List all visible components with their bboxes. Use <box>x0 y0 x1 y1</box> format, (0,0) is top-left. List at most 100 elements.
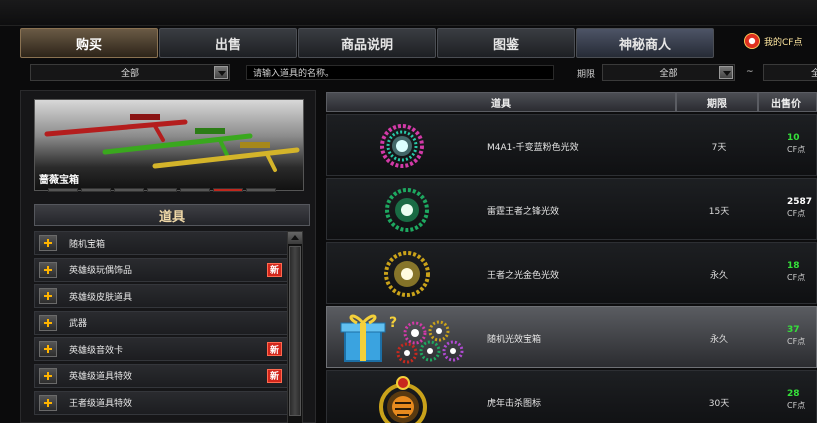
category-label: 英雄级音效卡 <box>69 345 124 356</box>
item-period: 永久 <box>709 334 728 345</box>
category-header: 道具 <box>34 204 310 226</box>
table-row-selected[interactable]: ? 随机光效宝箱 永久 37 CF点 <box>326 306 817 368</box>
gift-box-effects-icon: ? <box>327 307 477 369</box>
category-item-hero-skins[interactable]: 英雄级皮肤道具 <box>34 284 289 309</box>
price-unit: CF点 <box>787 401 806 410</box>
item-price: 18 CF点 <box>787 261 805 283</box>
item-period: 30天 <box>708 398 730 409</box>
expand-plus-icon[interactable] <box>39 235 57 251</box>
price-select-value: 全 <box>810 69 817 79</box>
expand-plus-icon[interactable] <box>39 314 57 331</box>
category-label: 英雄级皮肤道具 <box>69 292 133 303</box>
expand-plus-icon[interactable] <box>39 367 57 384</box>
table-row[interactable]: 虎年击杀图标 30天 28 CF点 <box>326 370 817 423</box>
item-name: M4A1-千变蓝粉色光效 <box>487 142 579 153</box>
category-list: 随机宝箱 英雄级玩偶饰品 新 英雄级皮肤道具 武器 英雄级音效卡 新 英雄级道具… <box>34 231 289 417</box>
featured-banner[interactable]: 蔷薇宝箱 <box>34 99 304 191</box>
new-badge: 新 <box>266 342 282 357</box>
period-select[interactable]: 全部 <box>602 64 735 81</box>
price-unit: CF点 <box>787 209 806 218</box>
item-name: 王者之光金色光效 <box>487 270 560 281</box>
column-header-price[interactable]: 出售价 <box>758 92 817 112</box>
category-select[interactable]: 全部 <box>30 64 230 81</box>
new-badge: 新 <box>266 262 282 277</box>
gold-ring-effect-icon <box>327 243 477 305</box>
column-header-item[interactable]: 道具 <box>326 92 676 112</box>
expand-plus-icon[interactable] <box>39 261 57 278</box>
tab-item-description[interactable]: 商品说明 <box>298 28 436 58</box>
category-item-hero-effects[interactable]: 英雄级道具特效 新 <box>34 363 289 388</box>
column-header-period[interactable]: 期限 <box>676 92 758 112</box>
table-header: 道具 期限 出售价 <box>326 92 817 112</box>
banner-page-dot[interactable] <box>48 188 78 192</box>
price-value: 10 <box>787 133 800 143</box>
period-select-value: 全部 <box>659 69 678 79</box>
category-item-king-effects[interactable]: 王者级道具特效 <box>34 390 289 415</box>
expand-plus-icon[interactable] <box>39 394 57 411</box>
table-row[interactable]: 雷霆王者之锋光效 15天 2587 CF点 <box>326 178 817 240</box>
item-price: 2587 CF点 <box>787 197 812 219</box>
price-value: 28 <box>787 389 800 399</box>
banner-page-dot[interactable] <box>81 188 111 192</box>
scroll-thumb[interactable] <box>289 246 301 416</box>
green-ring-effect-icon <box>327 179 477 241</box>
item-name: 雷霆王者之锋光效 <box>487 206 560 217</box>
scroll-up-arrow-icon[interactable] <box>288 232 302 244</box>
price-select[interactable]: 全 <box>763 64 817 81</box>
svg-text:?: ? <box>389 315 397 331</box>
item-period: 永久 <box>709 270 728 281</box>
item-price: 28 CF点 <box>787 389 805 411</box>
period-label: 期限 <box>577 70 596 80</box>
item-price: 10 CF点 <box>787 133 805 155</box>
my-cf-points-label: 我的CF点 <box>764 37 803 48</box>
banner-label: 蔷薇宝箱 <box>39 175 79 186</box>
table-row[interactable]: M4A1-千变蓝粉色光效 7天 10 CF点 <box>326 114 817 176</box>
category-item-hero-sound-cards[interactable]: 英雄级音效卡 新 <box>34 337 289 362</box>
left-panel: 蔷薇宝箱 道具 随机宝箱 英雄级玩偶饰品 新 英雄级皮肤道具 武器 英雄级音效卡… <box>20 90 316 423</box>
tab-sell[interactable]: 出售 <box>159 28 297 58</box>
price-value: 2587 <box>787 197 813 207</box>
filter-bar: 全部 请输入道具的名称。 期限 全部 ~ 全 <box>20 62 817 84</box>
tab-catalog[interactable]: 图鉴 <box>437 28 575 58</box>
category-label: 英雄级道具特效 <box>69 372 133 383</box>
category-label: 王者级道具特效 <box>69 399 133 410</box>
banner-pagination <box>48 188 279 192</box>
banner-page-dot-active[interactable] <box>213 188 243 192</box>
item-name-search-input[interactable]: 请输入道具的名称。 <box>246 65 554 80</box>
banner-page-dot[interactable] <box>180 188 210 192</box>
item-name: 随机光效宝箱 <box>487 334 542 345</box>
price-unit: CF点 <box>787 273 806 282</box>
category-item-weapons[interactable]: 武器 <box>34 310 289 335</box>
item-table: 道具 期限 出售价 M4A1-千变蓝粉色光效 7天 10 CF点 雷霆王者之锋光… <box>326 92 817 423</box>
tab-mystery-merchant[interactable]: 神秘商人 <box>576 28 714 58</box>
category-scrollbar[interactable] <box>287 231 303 423</box>
price-unit: CF点 <box>787 145 806 154</box>
category-label: 随机宝箱 <box>69 239 106 250</box>
table-row[interactable]: 王者之光金色光效 永久 18 CF点 <box>326 242 817 304</box>
category-item-random-box[interactable]: 随机宝箱 <box>34 231 289 255</box>
banner-page-dot[interactable] <box>147 188 177 192</box>
chevron-down-icon[interactable] <box>719 66 733 79</box>
chevron-down-icon[interactable] <box>214 66 228 79</box>
tab-bar: 购买 出售 商品说明 图鉴 神秘商人 <box>20 28 715 58</box>
expand-plus-icon[interactable] <box>39 341 57 358</box>
expand-plus-icon[interactable] <box>39 288 57 305</box>
item-price: 37 CF点 <box>787 325 805 347</box>
price-unit: CF点 <box>787 337 806 346</box>
category-label: 武器 <box>69 319 88 330</box>
item-name: 虎年击杀图标 <box>487 398 542 409</box>
my-cf-points-link[interactable]: 我的CF点 <box>744 33 802 49</box>
tab-buy[interactable]: 购买 <box>20 28 158 58</box>
top-strip <box>0 0 817 26</box>
item-period: 7天 <box>711 142 727 153</box>
cf-coin-icon <box>744 33 760 49</box>
item-period: 15天 <box>708 206 730 217</box>
banner-page-dot[interactable] <box>114 188 144 192</box>
banner-page-dot[interactable] <box>246 188 276 192</box>
category-item-hero-dolls[interactable]: 英雄级玩偶饰品 新 <box>34 257 289 282</box>
range-tilde: ~ <box>746 67 754 77</box>
category-select-value: 全部 <box>120 69 139 79</box>
tiger-emblem-icon <box>327 371 477 423</box>
price-value: 18 <box>787 261 800 271</box>
new-badge: 新 <box>266 368 282 383</box>
